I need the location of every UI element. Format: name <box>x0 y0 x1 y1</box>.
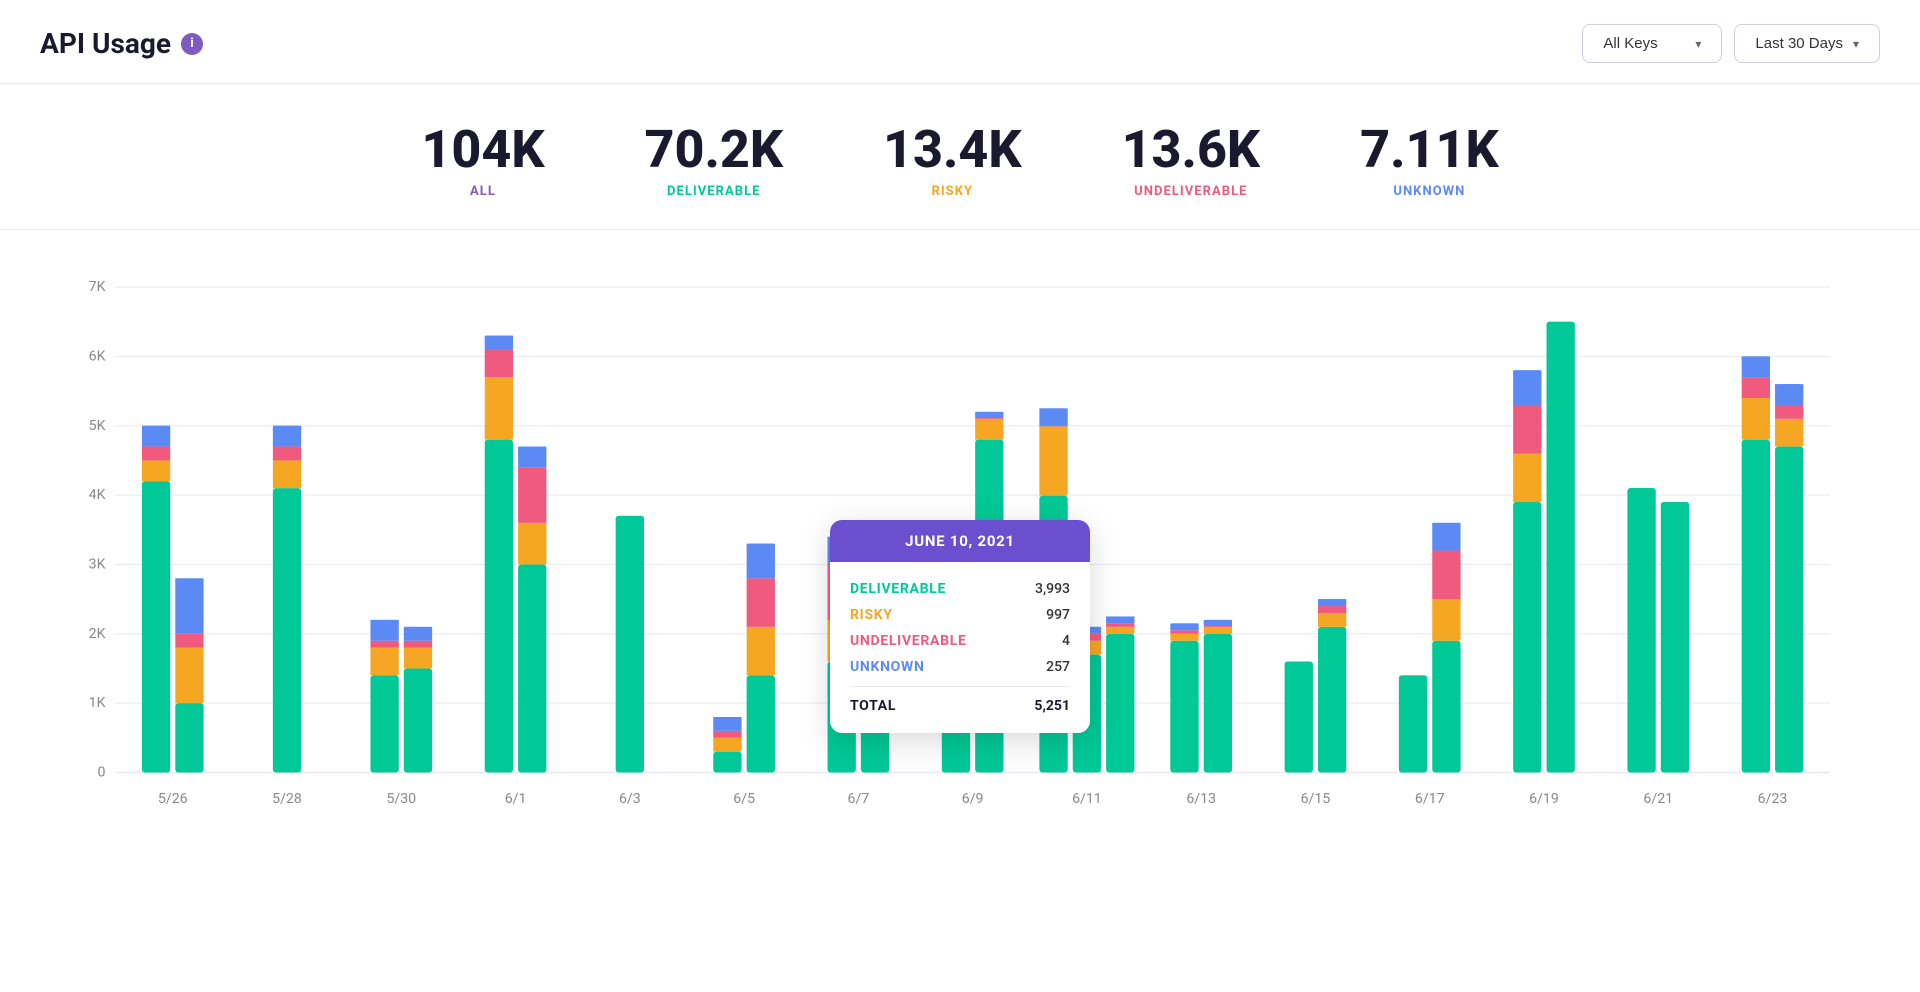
stat-item-deliverable: 70.2K DELIVERABLE <box>645 124 784 199</box>
tooltip-row: UNDELIVERABLE 4 <box>850 628 1070 654</box>
svg-text:6K: 6K <box>89 348 106 364</box>
svg-text:6/15: 6/15 <box>1301 791 1331 807</box>
svg-text:6/13: 6/13 <box>1186 791 1216 807</box>
stat-value: 70.2K <box>645 124 784 176</box>
stat-item-all: 104K ALL <box>421 124 544 199</box>
stat-value: 13.6K <box>1122 124 1261 176</box>
svg-text:2K: 2K <box>89 626 106 642</box>
svg-text:1K: 1K <box>89 695 106 711</box>
stat-label: UNKNOWN <box>1360 184 1499 199</box>
svg-text:6/11: 6/11 <box>1072 791 1102 807</box>
stat-label: DELIVERABLE <box>645 184 784 199</box>
svg-text:6/1: 6/1 <box>505 791 527 807</box>
keys-filter-dropdown[interactable]: All Keys ▾ <box>1582 24 1722 63</box>
filters-area: All Keys ▾ Last 30 Days ▾ <box>1582 24 1880 63</box>
svg-text:6/23: 6/23 <box>1758 791 1788 807</box>
svg-text:3K: 3K <box>89 556 106 572</box>
tooltip-total-value: 5,251 <box>1034 698 1070 714</box>
svg-text:0: 0 <box>98 765 106 781</box>
stat-value: 104K <box>421 124 544 176</box>
tooltip-row-value: 997 <box>1046 607 1070 623</box>
stat-item-risky: 13.4K RISKY <box>883 124 1022 199</box>
tooltip-divider <box>850 686 1070 687</box>
chart-section: 0 1K 2K 3K 4K 5K 6K 7K 5/26 5/28 5/30 6/1 6/3 6/5 6/7 6… <box>0 230 1920 880</box>
tooltip-row-label: DELIVERABLE <box>850 581 946 597</box>
svg-text:5/30: 5/30 <box>386 791 416 807</box>
svg-text:4K: 4K <box>89 487 106 503</box>
svg-text:6/5: 6/5 <box>733 791 755 807</box>
tooltip-date: JUNE 10, 2021 <box>830 520 1090 562</box>
tooltip-row-value: 257 <box>1046 659 1070 675</box>
tooltip-row: DELIVERABLE 3,993 <box>850 576 1070 602</box>
svg-text:6/9: 6/9 <box>962 791 984 807</box>
tooltip-row: UNKNOWN 257 <box>850 654 1070 680</box>
period-filter-dropdown[interactable]: Last 30 Days ▾ <box>1734 24 1880 63</box>
page-title: API Usage <box>40 27 171 60</box>
svg-text:6/17: 6/17 <box>1415 791 1445 807</box>
tooltip-row-value: 3,993 <box>1035 581 1070 597</box>
stats-section: 104K ALL 70.2K DELIVERABLE 13.4K RISKY 1… <box>0 84 1920 230</box>
info-icon[interactable]: i <box>181 33 203 55</box>
svg-text:5/28: 5/28 <box>272 791 302 807</box>
stat-label: UNDELIVERABLE <box>1122 184 1261 199</box>
svg-text:7K: 7K <box>89 279 106 295</box>
tooltip-row-label: RISKY <box>850 607 893 623</box>
tooltip: JUNE 10, 2021 DELIVERABLE 3,993 RISKY 99… <box>830 520 1090 733</box>
page-header: API Usage i All Keys ▾ Last 30 Days ▾ <box>0 0 1920 84</box>
stat-item-unknown: 7.11K UNKNOWN <box>1360 124 1499 199</box>
stat-value: 7.11K <box>1360 124 1499 176</box>
period-filter-label: Last 30 Days <box>1755 35 1843 52</box>
keys-filter-label: All Keys <box>1603 35 1657 52</box>
tooltip-row: RISKY 997 <box>850 602 1070 628</box>
svg-text:6/21: 6/21 <box>1643 791 1673 807</box>
tooltip-row-value: 4 <box>1062 633 1070 649</box>
tooltip-row-label: UNDELIVERABLE <box>850 633 967 649</box>
stat-item-undeliverable: 13.6K UNDELIVERABLE <box>1122 124 1261 199</box>
title-area: API Usage i <box>40 27 203 60</box>
tooltip-body: DELIVERABLE 3,993 RISKY 997 UNDELIVERABL… <box>830 562 1090 733</box>
stat-label: RISKY <box>883 184 1022 199</box>
tooltip-total-row: TOTAL 5,251 <box>850 693 1070 719</box>
svg-text:6/3: 6/3 <box>619 791 641 807</box>
stat-label: ALL <box>421 184 544 199</box>
chevron-down-icon: ▾ <box>1695 37 1701 51</box>
svg-text:6/7: 6/7 <box>848 791 870 807</box>
tooltip-row-label: UNKNOWN <box>850 659 925 675</box>
stat-value: 13.4K <box>883 124 1022 176</box>
svg-text:5/26: 5/26 <box>158 791 188 807</box>
tooltip-total-label: TOTAL <box>850 698 896 714</box>
svg-text:6/19: 6/19 <box>1529 791 1559 807</box>
svg-text:5K: 5K <box>89 418 106 434</box>
chevron-down-icon: ▾ <box>1853 37 1859 51</box>
